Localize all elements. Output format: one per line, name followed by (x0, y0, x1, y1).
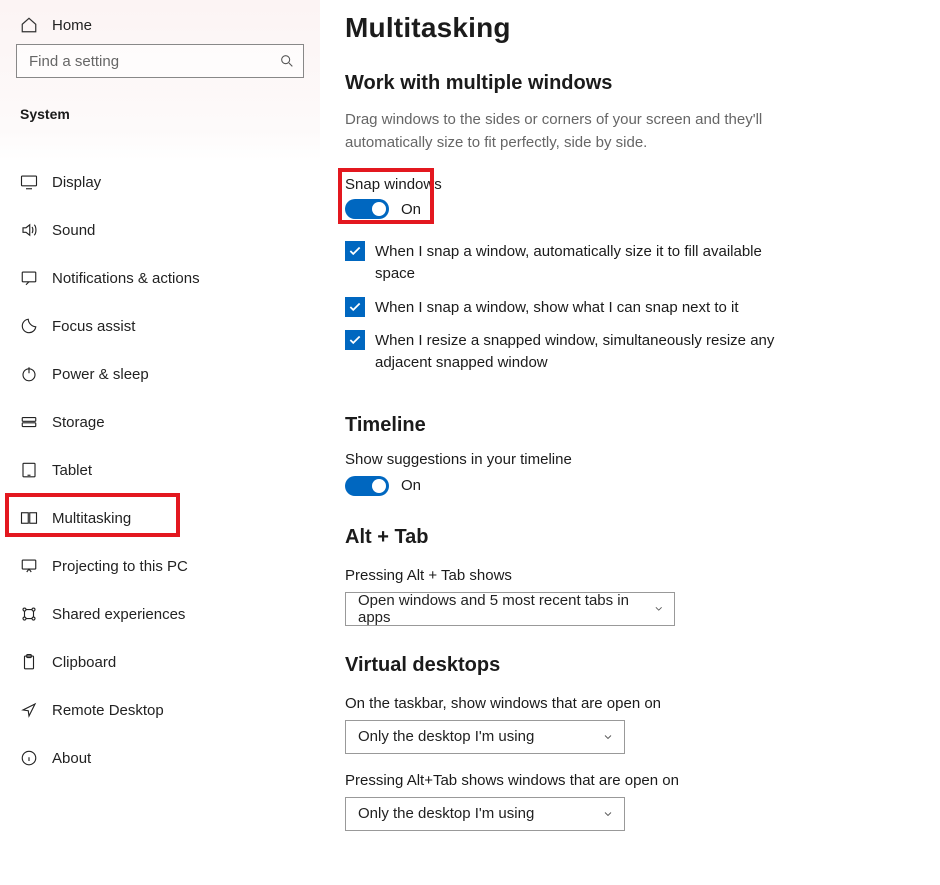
timeline-suggestions-toggle-state: On (401, 477, 421, 494)
sidebar-item-multitasking[interactable]: Multitasking (0, 494, 320, 542)
sidebar-item-label: Clipboard (52, 654, 116, 671)
vdesk-alttab-label: Pressing Alt+Tab shows windows that are … (345, 772, 900, 789)
section-heading-alttab: Alt + Tab (345, 526, 900, 549)
chevron-down-icon (602, 808, 614, 820)
main-panel: Multitasking Work with multiple windows … (320, 0, 940, 885)
sidebar-item-focus-assist[interactable]: Focus assist (0, 302, 320, 350)
display-icon (20, 173, 38, 191)
vdesk-taskbar-label: On the taskbar, show windows that are op… (345, 695, 900, 712)
section-description-snap: Drag windows to the sides or corners of … (345, 109, 765, 154)
sidebar-item-sound[interactable]: Sound (0, 206, 320, 254)
vdesk-alttab-value: Only the desktop I'm using (358, 805, 534, 822)
remote-desktop-icon (20, 701, 38, 719)
snap-check-label: When I snap a window, automatically size… (375, 241, 775, 285)
tablet-icon (20, 461, 38, 479)
vdesk-taskbar-value: Only the desktop I'm using (358, 728, 534, 745)
shared-icon (20, 605, 38, 623)
clipboard-icon (20, 653, 38, 671)
sidebar-item-label: Sound (52, 222, 95, 239)
sidebar-item-label: Shared experiences (52, 606, 185, 623)
snap-windows-toggle[interactable] (345, 199, 389, 219)
sidebar-item-label: Storage (52, 414, 105, 431)
nav-list: Display Sound Notifications & actions Fo… (0, 130, 320, 782)
home-button[interactable]: Home (0, 12, 320, 44)
snap-check-resize-adjacent[interactable] (345, 330, 365, 350)
sidebar-item-storage[interactable]: Storage (0, 398, 320, 446)
sidebar-item-label: Display (52, 174, 101, 191)
snap-windows-label: Snap windows (345, 176, 900, 193)
chevron-down-icon (653, 603, 664, 615)
snap-check-label: When I resize a snapped window, simultan… (375, 330, 775, 374)
home-label: Home (52, 17, 92, 34)
sidebar-item-label: Projecting to this PC (52, 558, 188, 575)
sidebar-item-shared-experiences[interactable]: Shared experiences (0, 590, 320, 638)
sidebar-item-projecting[interactable]: Projecting to this PC (0, 542, 320, 590)
alttab-shows-label: Pressing Alt + Tab shows (345, 567, 900, 584)
snap-check-label: When I snap a window, show what I can sn… (375, 297, 775, 319)
sidebar-item-label: Tablet (52, 462, 92, 479)
sidebar-item-label: Notifications & actions (52, 270, 200, 287)
search-input-container[interactable] (16, 44, 304, 78)
about-icon (20, 749, 38, 767)
chevron-down-icon (602, 731, 614, 743)
home-icon (20, 16, 38, 34)
vdesk-alttab-combo[interactable]: Only the desktop I'm using (345, 797, 625, 831)
storage-icon (20, 413, 38, 431)
sound-icon (20, 221, 38, 239)
alttab-shows-value: Open windows and 5 most recent tabs in a… (358, 592, 653, 626)
sidebar-item-about[interactable]: About (0, 734, 320, 782)
sidebar-item-label: About (52, 750, 91, 767)
multitasking-icon (20, 509, 38, 527)
projecting-icon (20, 557, 38, 575)
snap-windows-toggle-state: On (401, 201, 421, 218)
search-icon (279, 53, 295, 69)
timeline-suggestions-toggle[interactable] (345, 476, 389, 496)
page-title: Multitasking (345, 12, 900, 44)
snap-check-shownext[interactable] (345, 297, 365, 317)
sidebar-item-label: Power & sleep (52, 366, 149, 383)
power-icon (20, 365, 38, 383)
sidebar-item-display[interactable]: Display (0, 158, 320, 206)
sidebar-item-tablet[interactable]: Tablet (0, 446, 320, 494)
vdesk-taskbar-combo[interactable]: Only the desktop I'm using (345, 720, 625, 754)
sidebar-item-clipboard[interactable]: Clipboard (0, 638, 320, 686)
category-title: System (0, 78, 320, 130)
notifications-icon (20, 269, 38, 287)
snap-check-autosize[interactable] (345, 241, 365, 261)
sidebar-item-label: Multitasking (52, 510, 131, 527)
section-heading-vdesk: Virtual desktops (345, 654, 900, 677)
sidebar-item-label: Remote Desktop (52, 702, 164, 719)
sidebar-item-label: Focus assist (52, 318, 135, 335)
focus-assist-icon (20, 317, 38, 335)
sidebar: Home System Display Sound Notifi (0, 0, 320, 885)
sidebar-item-remote-desktop[interactable]: Remote Desktop (0, 686, 320, 734)
section-heading-timeline: Timeline (345, 414, 900, 437)
timeline-suggestions-label: Show suggestions in your timeline (345, 451, 900, 468)
search-input[interactable] (27, 52, 279, 71)
alttab-shows-combo[interactable]: Open windows and 5 most recent tabs in a… (345, 592, 675, 626)
sidebar-item-power-sleep[interactable]: Power & sleep (0, 350, 320, 398)
sidebar-item-notifications[interactable]: Notifications & actions (0, 254, 320, 302)
section-heading-snap: Work with multiple windows (345, 72, 900, 95)
